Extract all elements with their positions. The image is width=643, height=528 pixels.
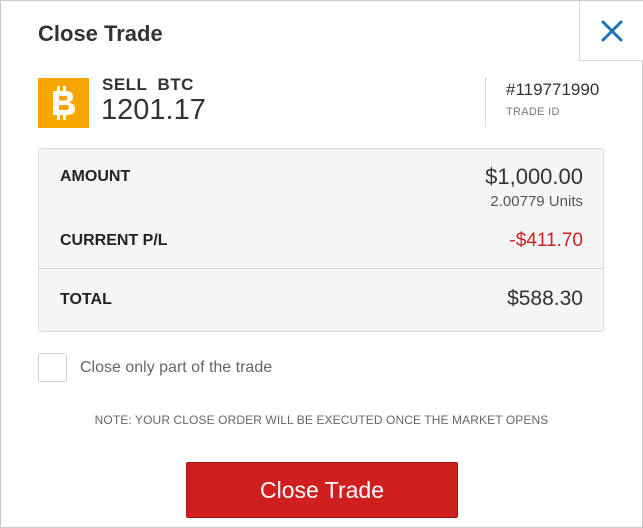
trade-direction-symbol: SELL BTC (102, 75, 194, 95)
close-icon (601, 20, 622, 41)
trade-symbol: BTC (157, 75, 194, 94)
summary-divider (39, 268, 603, 269)
pl-label: CURRENT P/L (60, 232, 168, 249)
partial-close-checkbox[interactable] (38, 353, 67, 382)
total-label: TOTAL (60, 291, 112, 308)
dialog-title: Close Trade (38, 21, 163, 46)
amount-label: AMOUNT (60, 168, 131, 185)
market-closed-note: NOTE: YOUR CLOSE ORDER WILL BE EXECUTED … (94, 413, 549, 427)
trade-direction: SELL (102, 75, 148, 94)
amount-value: $1,000.00 (485, 164, 583, 189)
trade-rate: 1201.17 (101, 94, 206, 126)
pl-value: -$411.70 (509, 230, 583, 251)
partial-close-option[interactable]: Close only part of the trade (38, 353, 272, 382)
close-trade-dialog: Close Trade SELL BTC 1201.17 #119771990 T… (0, 0, 643, 528)
total-value: $588.30 (507, 287, 583, 310)
trade-id-label: TRADE ID (506, 106, 560, 118)
trade-id-block: #119771990 TRADE ID (485, 77, 599, 127)
trade-summary-panel: AMOUNT $1,000.00 2.00779 Units CURRENT P… (38, 148, 604, 332)
units-value: 2.00779 Units (490, 193, 583, 210)
close-button[interactable] (579, 1, 643, 61)
partial-close-label[interactable]: Close only part of the trade (80, 359, 272, 377)
trade-id: #119771990 (506, 80, 600, 99)
bitcoin-icon (38, 78, 89, 128)
close-trade-button[interactable]: Close Trade (186, 462, 458, 518)
